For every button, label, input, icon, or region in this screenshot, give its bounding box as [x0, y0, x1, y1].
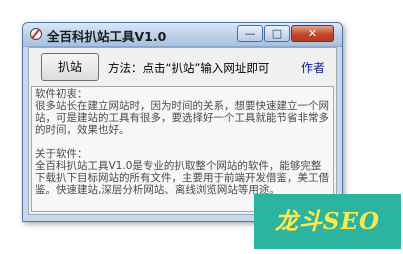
about-text: 全百科扒站工具V1.0是专业的扒取整个网站的软件，能够完整下载扒下目标网站的所有…	[35, 160, 329, 196]
maximize-button[interactable]: □	[264, 25, 290, 42]
close-button[interactable]: ✕	[291, 25, 334, 42]
watermark-logo: 龙斗SEO	[254, 194, 401, 249]
about-heading: 关于软件：	[35, 148, 88, 160]
grab-site-button[interactable]: 扒站	[41, 53, 99, 81]
app-window: 全百科扒站工具V1.0 — □ ✕ 扒站 方法：点击“扒站”输入网址即可 作者 …	[22, 22, 343, 222]
title-bar[interactable]: 全百科扒站工具V1.0 — □ ✕	[23, 23, 342, 47]
intro-text: 很多站长在建立网站时，因为时间的关系，想要快速建立一个网站，可是建站的工具有很多…	[35, 100, 329, 136]
window-title: 全百科扒站工具V1.0	[47, 29, 167, 44]
app-icon	[30, 28, 42, 40]
client-area: 扒站 方法：点击“扒站”输入网址即可 作者 软件初衷： 很多站长在建立网站时，因…	[28, 47, 337, 215]
method-instruction: 方法：点击“扒站”输入网址即可	[108, 61, 270, 75]
intro-heading: 软件初衷：	[35, 88, 88, 100]
minimize-button[interactable]: —	[237, 25, 263, 42]
author-link[interactable]: 作者	[301, 59, 325, 76]
